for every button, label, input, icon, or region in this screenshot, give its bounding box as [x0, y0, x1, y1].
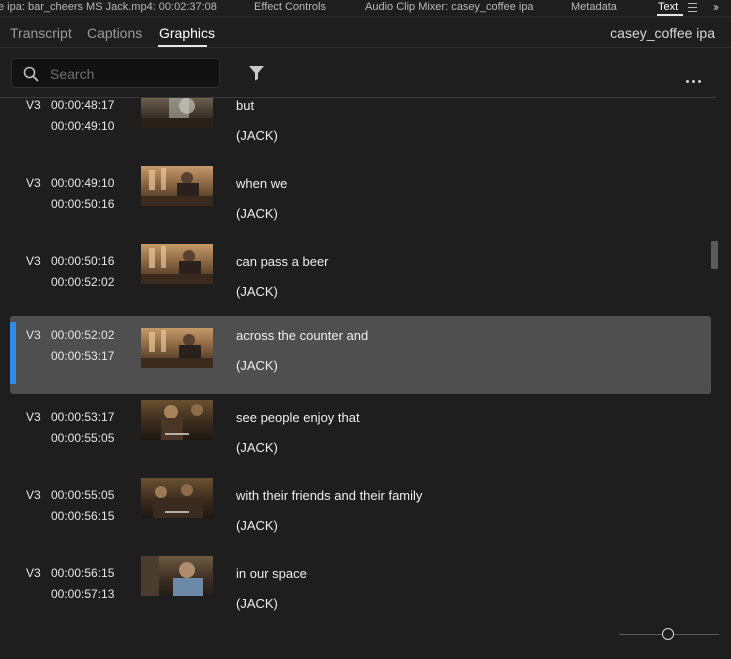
- caption-row[interactable]: V3 00:00:50:16 00:00:52:02 can pass a be…: [10, 242, 711, 320]
- caption-text[interactable]: in our space: [236, 566, 307, 581]
- clip-thumbnail: [141, 478, 213, 518]
- caption-text[interactable]: across the counter and: [236, 328, 368, 343]
- in-timecode: 00:00:49:10: [51, 176, 115, 190]
- track-label: V3: [26, 254, 41, 268]
- active-tab-indicator: [657, 14, 683, 16]
- search-input[interactable]: [48, 65, 217, 83]
- speaker-label: (JACK): [236, 206, 278, 221]
- panel-tab-audio-clip-mixer[interactable]: Audio Clip Mixer: casey_coffee ipa: [365, 1, 534, 13]
- clip-thumbnail: [141, 244, 213, 284]
- speaker-label: (JACK): [236, 440, 278, 455]
- in-timecode: 00:00:56:15: [51, 566, 115, 580]
- out-timecode: 00:00:49:10: [51, 119, 115, 133]
- search-box[interactable]: [11, 58, 220, 88]
- clip-thumbnail: [141, 556, 213, 596]
- clip-thumbnail: [141, 166, 213, 206]
- caption-text[interactable]: when we: [236, 176, 287, 191]
- clip-thumbnail: [141, 400, 213, 440]
- thumbnail-zoom-slider-handle[interactable]: [662, 628, 674, 640]
- speaker-label: (JACK): [236, 128, 278, 143]
- panel-tab-bar: e ipa: bar_cheers MS Jack.mp4: 00:02:37:…: [0, 0, 731, 17]
- track-label: V3: [26, 176, 41, 190]
- out-timecode: 00:00:52:02: [51, 275, 115, 289]
- caption-row[interactable]: V3 00:00:48:17 00:00:49:10 but (JACK): [10, 98, 711, 164]
- tab-graphics[interactable]: Graphics: [159, 25, 215, 41]
- in-timecode: 00:00:55:05: [51, 488, 115, 502]
- sequence-name: casey_coffee ipa: [610, 25, 715, 41]
- caption-row-selected[interactable]: V3 00:00:52:02 00:00:53:17 across the co…: [10, 316, 711, 394]
- ellipsis-icon[interactable]: [686, 72, 704, 86]
- clip-thumbnail: [141, 328, 213, 368]
- panel-tab-effect-controls[interactable]: Effect Controls: [254, 1, 326, 13]
- caption-row[interactable]: V3 00:00:49:10 00:00:50:16 when we (JACK…: [10, 164, 711, 242]
- in-timecode: 00:00:50:16: [51, 254, 115, 268]
- track-label: V3: [26, 566, 41, 580]
- selection-marker: [10, 322, 16, 384]
- tab-captions[interactable]: Captions: [87, 25, 142, 41]
- track-label: V3: [26, 98, 41, 112]
- double-chevron-right-icon[interactable]: ››: [713, 0, 719, 14]
- text-panel-tabs: Transcript Captions Graphics casey_coffe…: [0, 17, 731, 48]
- speaker-label: (JACK): [236, 596, 278, 611]
- in-timecode: 00:00:52:02: [51, 328, 115, 342]
- funnel-icon[interactable]: [248, 64, 265, 81]
- out-timecode: 00:00:56:15: [51, 509, 115, 523]
- out-timecode: 00:00:57:13: [51, 587, 115, 601]
- speaker-label: (JACK): [236, 284, 278, 299]
- clip-thumbnail: [141, 98, 213, 128]
- tab-transcript[interactable]: Transcript: [10, 25, 72, 41]
- vertical-scrollbar[interactable]: [711, 241, 718, 269]
- speaker-label: (JACK): [236, 358, 278, 373]
- caption-text[interactable]: see people enjoy that: [236, 410, 360, 425]
- hamburger-menu-icon[interactable]: [688, 3, 697, 12]
- speaker-label: (JACK): [236, 518, 278, 533]
- in-timecode: 00:00:53:17: [51, 410, 115, 424]
- out-timecode: 00:00:50:16: [51, 197, 115, 211]
- caption-row[interactable]: V3 00:00:55:05 00:00:56:15 with their fr…: [10, 476, 711, 554]
- panel-tab-metadata[interactable]: Metadata: [571, 1, 617, 13]
- track-label: V3: [26, 328, 41, 342]
- out-timecode: 00:00:55:05: [51, 431, 115, 445]
- caption-text[interactable]: can pass a beer: [236, 254, 329, 269]
- track-label: V3: [26, 410, 41, 424]
- caption-row[interactable]: V3 00:00:56:15 00:00:57:13 in our space …: [10, 554, 711, 618]
- magnifier-icon: [23, 66, 39, 82]
- out-timecode: 00:00:53:17: [51, 349, 115, 363]
- caption-text[interactable]: but: [236, 98, 254, 113]
- in-timecode: 00:00:48:17: [51, 98, 115, 112]
- panel-tab-program-monitor[interactable]: e ipa: bar_cheers MS Jack.mp4: 00:02:37:…: [0, 1, 217, 13]
- track-label: V3: [26, 488, 41, 502]
- panel-tab-text[interactable]: Text: [658, 1, 678, 13]
- tab-underline: [158, 45, 207, 47]
- caption-row[interactable]: V3 00:00:53:17 00:00:55:05 see people en…: [10, 398, 711, 476]
- caption-text[interactable]: with their friends and their family: [236, 488, 422, 503]
- caption-list[interactable]: V3 00:00:48:17 00:00:49:10 but (JACK) V3…: [0, 98, 712, 618]
